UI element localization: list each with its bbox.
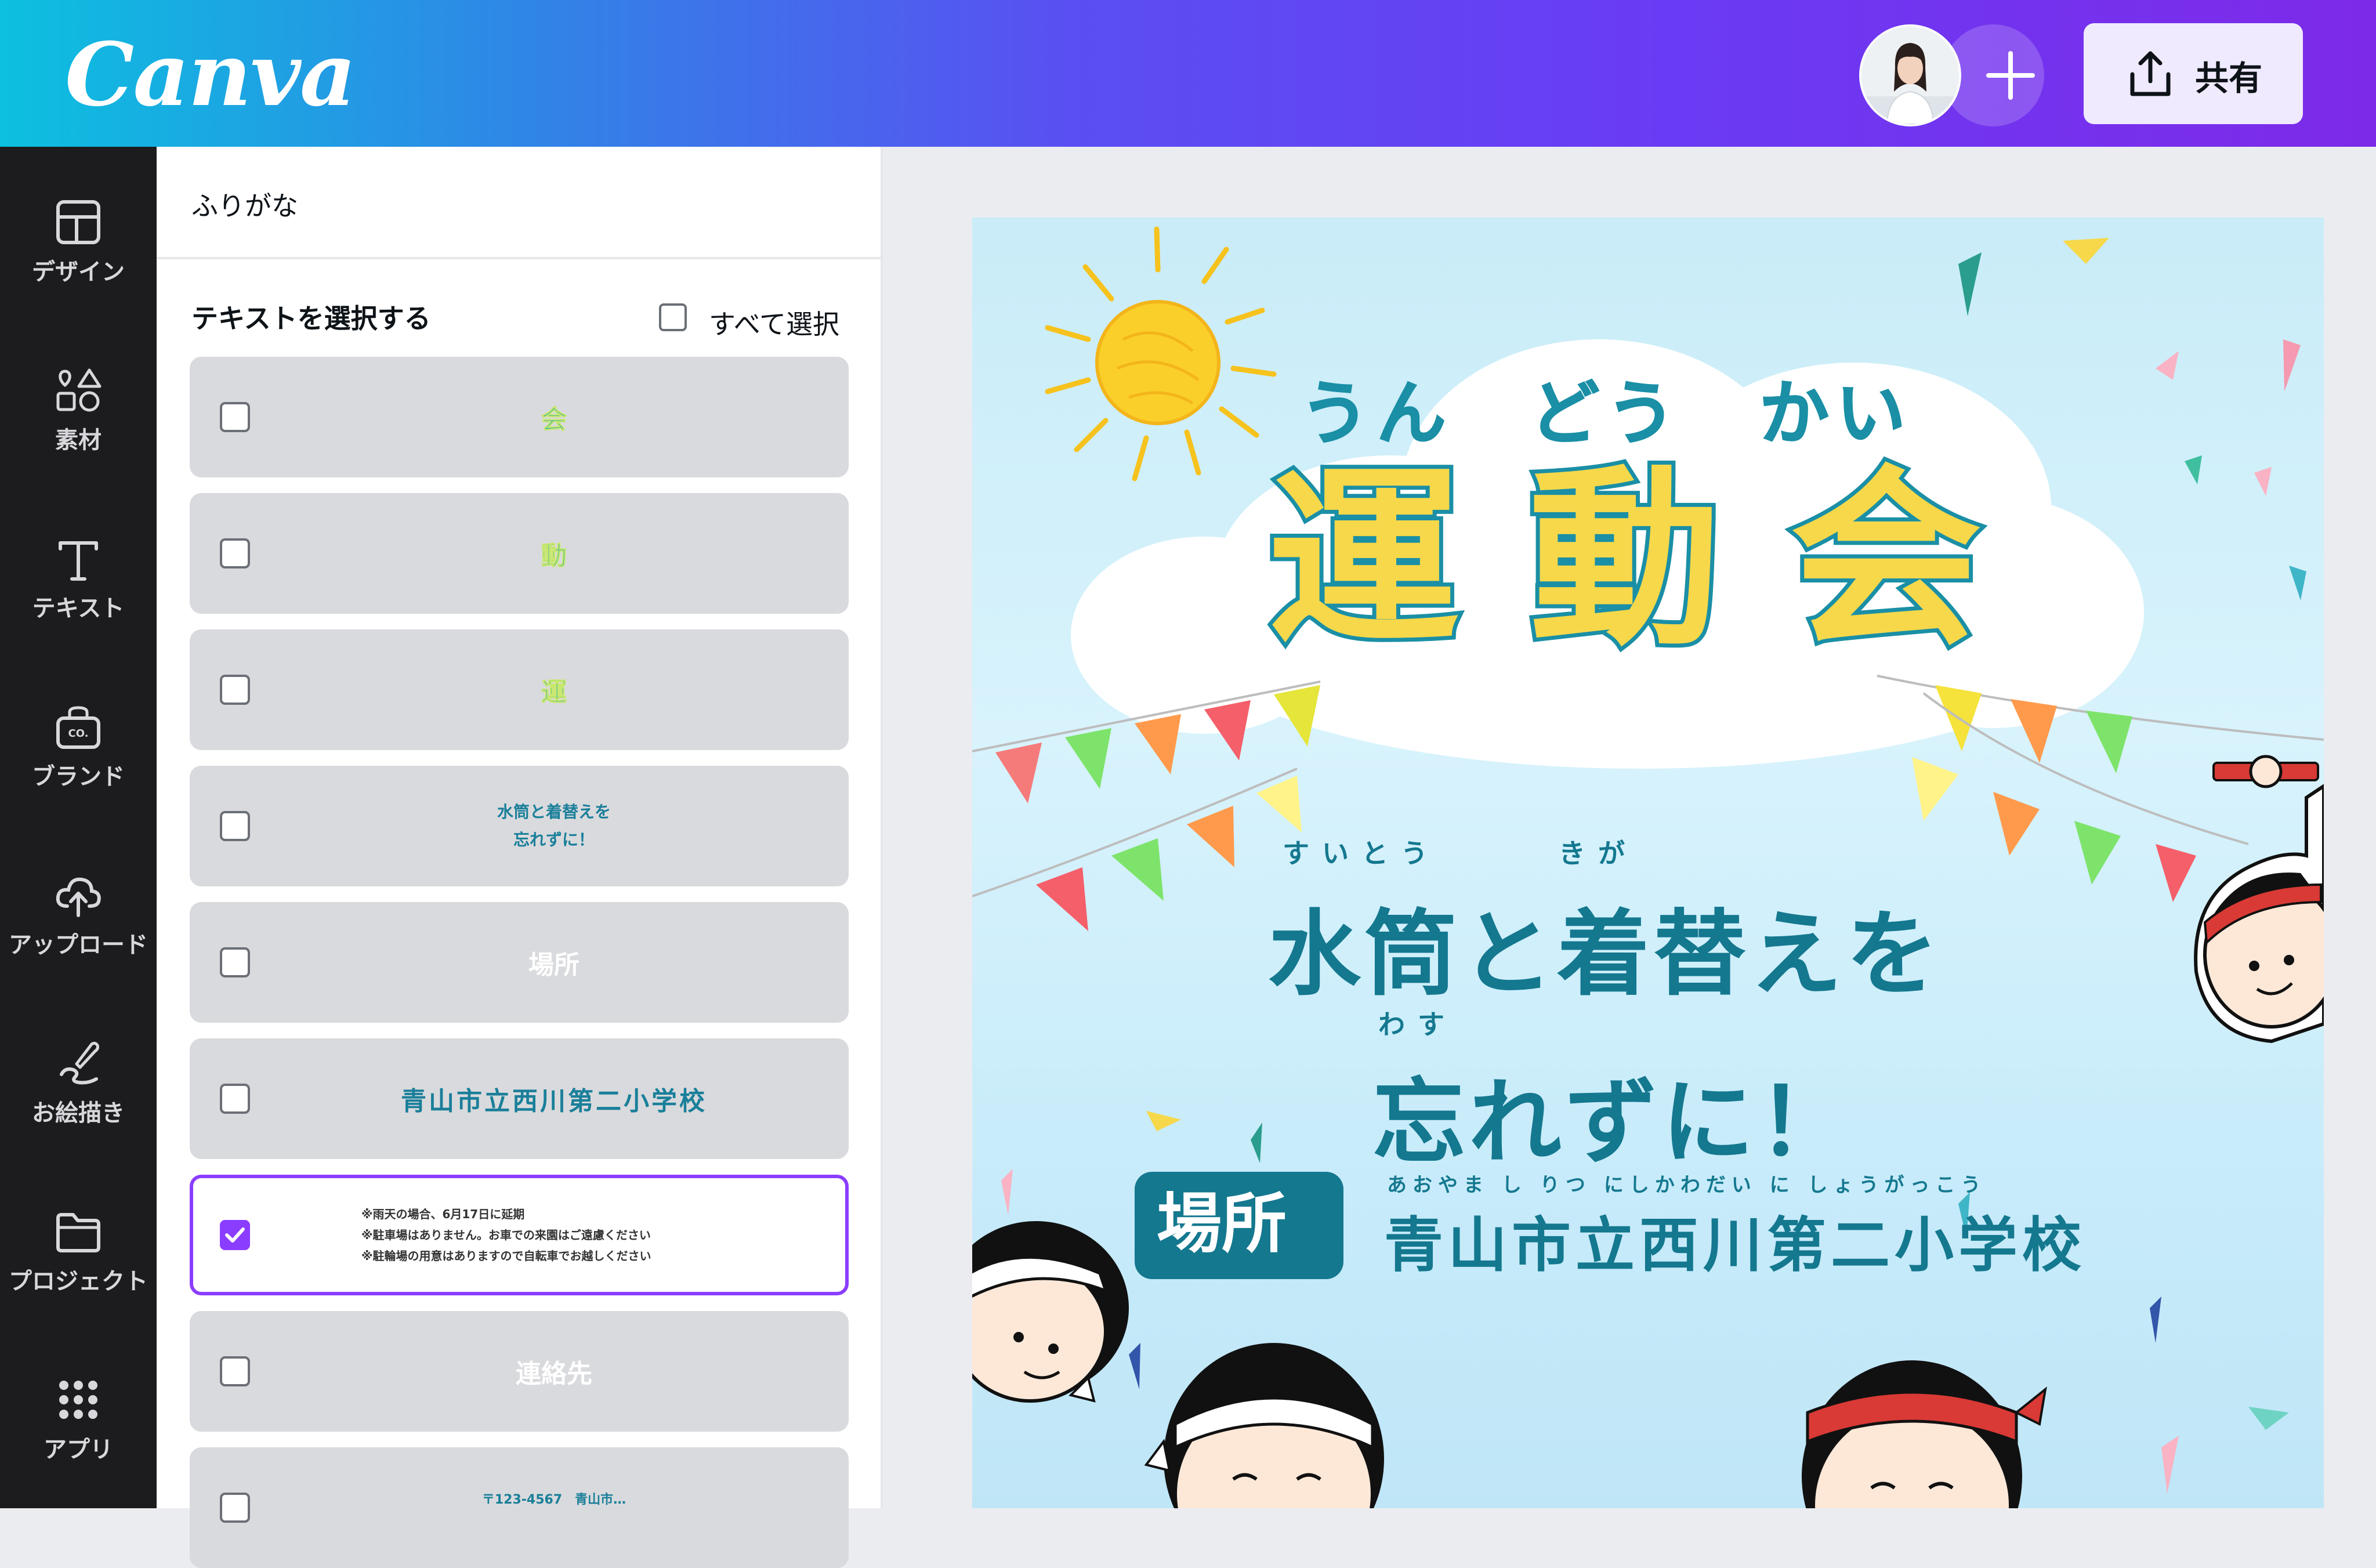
place-badge-text[interactable]: 場所 — [1157, 1180, 1287, 1268]
folder-icon — [56, 1213, 100, 1252]
school-name[interactable]: 青山市立西川第二小学校 — [1384, 1198, 2086, 1283]
apps-grid-icon — [59, 1381, 97, 1419]
text-item-row[interactable]: 〒123-4567 青山市… — [190, 1447, 849, 1568]
nav-label: アプリ — [44, 1436, 113, 1463]
row-checkbox[interactable] — [220, 1356, 250, 1386]
share-label: 共有 — [2195, 59, 2263, 98]
share-upload-icon — [2130, 51, 2171, 96]
row-text: 青山市立西川第二小学校 — [401, 1087, 707, 1116]
title-char-un[interactable]: 運 — [1264, 457, 1464, 662]
sun-icon — [1045, 226, 1277, 481]
nav-label: アップロード — [9, 932, 148, 958]
row-checkbox[interactable] — [220, 1493, 250, 1523]
child-illustration-right-top — [2194, 755, 2324, 1044]
row-checkbox[interactable] — [220, 402, 250, 432]
line2-text[interactable]: 忘れずに！ — [1372, 1047, 1854, 1182]
child-illustration-bottom-right — [1802, 1360, 2047, 1508]
shapes-icon — [56, 368, 102, 412]
design-canvas-poster[interactable]: うん どう かい 運 動 会 すいとう きが 水筒と着替えを わす 忘れずに！ … — [972, 218, 2324, 1508]
text-item-row[interactable]: 会 — [190, 357, 849, 477]
checkmark-icon — [225, 1227, 245, 1243]
row-text: ※駐輪場の用意はありますので自転車でお越しください — [361, 1249, 651, 1263]
text-item-row[interactable]: 青山市立西川第二小学校 — [190, 1038, 849, 1159]
line2-ruby: わす — [1378, 1009, 1457, 1040]
nav-label: ブランド — [32, 763, 125, 790]
nav-elements[interactable]: 素材 — [0, 329, 157, 480]
child-illustration-left — [972, 1221, 1129, 1403]
share-button[interactable]: 共有 — [2084, 23, 2303, 124]
text-item-row[interactable]: 動 — [190, 493, 849, 614]
row-text: 運 — [541, 678, 567, 708]
select-all-label: すべて選択 — [709, 309, 839, 340]
row-text: ※雨天の場合、6月17日に延期 — [361, 1207, 525, 1221]
nav-apps[interactable]: アプリ — [0, 1339, 157, 1490]
row-checkbox-checked[interactable] — [220, 1220, 250, 1250]
panel-title: ふりがな — [191, 190, 298, 222]
nav-label: プロジェクト — [9, 1268, 148, 1295]
school-ruby: あおやま し りつ にしかわだい に しょうがっこう — [1387, 1174, 1987, 1197]
canva-logo[interactable]: Canva — [65, 20, 356, 130]
nav-label: お絵描き — [32, 1100, 125, 1127]
row-text: 場所 — [528, 950, 579, 980]
nav-label: テキスト — [32, 595, 125, 622]
text-item-row-selected[interactable]: ※雨天の場合、6月17日に延期 ※駐車場はありません。お車での来園はご遠慮くださ… — [190, 1175, 849, 1295]
line1-text[interactable]: 水筒と着替えを — [1268, 879, 1942, 1013]
row-text: 忘れずに！ — [513, 830, 595, 849]
text-icon — [59, 541, 98, 581]
nav-uploads[interactable]: アップロード — [0, 834, 157, 985]
title-char-kai[interactable]: 会 — [1786, 457, 1986, 662]
row-checkbox[interactable] — [220, 538, 250, 568]
nav-draw[interactable]: お絵描き — [0, 1002, 157, 1153]
brand-icon: CO. — [56, 706, 100, 749]
row-text: ※駐車場はありません。お車での来園はご遠慮ください — [361, 1228, 651, 1242]
text-item-row[interactable]: 運 — [190, 629, 849, 750]
nav-text[interactable]: テキスト — [0, 498, 157, 649]
draw-icon — [60, 1041, 99, 1085]
row-text: 水筒と着替えを — [497, 802, 611, 821]
row-text: 〒123-4567 青山市… — [481, 1493, 626, 1507]
row-checkbox[interactable] — [220, 1084, 250, 1114]
nav-label: デザイン — [32, 259, 125, 285]
text-item-row[interactable]: 連絡先 — [190, 1311, 849, 1432]
row-text: 会 — [541, 405, 567, 435]
user-photo-icon — [1861, 27, 1959, 124]
furigana-panel: ふりがな テキストを選択する すべて選択 会 動 運 水筒と着替えを 忘れずに！… — [157, 147, 883, 1568]
line1-ruby: すいとう きが — [1283, 838, 1638, 869]
row-text: 連絡先 — [516, 1359, 592, 1389]
checkbox-box[interactable] — [659, 303, 687, 331]
nav-projects[interactable]: プロジェクト — [0, 1171, 157, 1321]
layout-icon — [56, 200, 100, 244]
avatar[interactable] — [1859, 24, 1961, 126]
title-char-dou[interactable]: 動 — [1525, 457, 1725, 662]
row-checkbox[interactable] — [220, 947, 250, 977]
text-item-row[interactable]: 場所 — [190, 902, 849, 1023]
row-text: 動 — [541, 541, 567, 571]
row-checkbox[interactable] — [220, 811, 250, 841]
nav-label: 素材 — [55, 427, 102, 454]
text-item-row[interactable]: 水筒と着替えを 忘れずに！ — [190, 766, 849, 886]
select-text-heading: テキストを選択する — [191, 303, 431, 334]
nav-brand[interactable]: CO. ブランド — [0, 666, 157, 817]
upload-cloud-icon — [56, 877, 101, 917]
nav-design[interactable]: デザイン — [0, 161, 157, 312]
svg-text:CO.: CO. — [68, 727, 89, 740]
left-nav: デザイン 素材 テキスト CO. ブランド アップロード お絵描き プロジェクト… — [0, 147, 157, 1508]
top-bar: Canva 共有 — [0, 0, 2376, 147]
title-ruby[interactable]: うん どう かい — [1299, 357, 1913, 458]
child-illustration-bottom-left — [1144, 1343, 1384, 1508]
panel-divider — [157, 257, 881, 259]
row-checkbox[interactable] — [220, 675, 250, 705]
